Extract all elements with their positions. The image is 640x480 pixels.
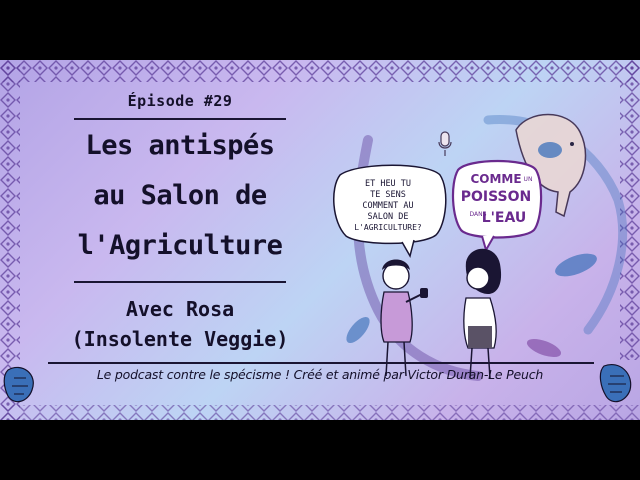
fish-icon-left [3,366,34,403]
illustration: ET HEU TU TE SENS COMMENT AU SALON DE L'… [333,113,628,381]
logo-small-1: UN [524,176,533,183]
divider-bottom [74,281,286,283]
title-line-2: au Salon de [93,180,267,211]
title-line-3: l'Agriculture [77,230,283,261]
episode-number: Épisode #29 [127,92,233,110]
logo-line-1: COMME [470,172,521,186]
title-panel: Épisode #29 Les antispés au Salon de l'A… [30,88,330,388]
footer-divider [48,362,594,364]
podcast-logo: COMME UN POISSON DANS L'EAU [451,159,543,253]
logo-line-2: POISSON [461,189,532,205]
bubble-line-3: COMMENT AU [362,201,413,211]
logo-line-3: L'EAU [482,210,527,226]
title-line-1: Les antispés [85,130,275,161]
podcast-cover: Épisode #29 Les antispés au Salon de l'A… [0,60,640,420]
bubble-line-4: SALON DE [368,212,409,222]
speech-bubble: ET HEU TU TE SENS COMMENT AU SALON DE L'… [333,164,447,258]
fish-icon-right [599,364,632,403]
bubble-line-5: L'AGRICULTURE? [354,223,422,232]
bubble-line-2: TE SENS [370,190,406,200]
guest-line-1: Avec Rosa [125,297,235,321]
footer-tagline: Le podcast contre le spécisme ! Créé et … [96,367,544,382]
microphone-icon [438,131,452,156]
divider-top [74,118,286,120]
guest-line-2: (Insolente Veggie) [71,327,289,351]
guest-figure [463,248,502,379]
bubble-line-1: ET HEU TU [365,179,411,189]
